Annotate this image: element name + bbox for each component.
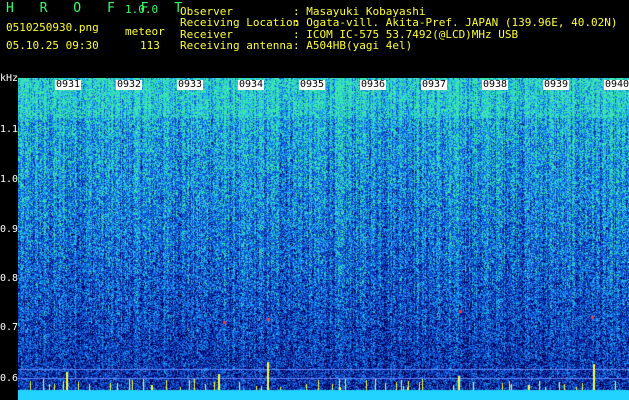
antenna-label: Receiving antenna	[180, 39, 293, 52]
frequency-unit: kHz	[0, 73, 19, 84]
spectrogram-canvas	[18, 78, 629, 400]
time-tick-0931: 0931	[55, 79, 82, 90]
app-version: 1.0.0	[125, 3, 159, 16]
tick-0-6: 0.6	[0, 373, 19, 384]
tick-0-9: 0.9	[0, 224, 19, 235]
antenna-value: : A504HB(yagi 4el)	[293, 39, 413, 52]
time-tick-0932: 0932	[116, 79, 143, 90]
time-tick-0936: 0936	[360, 79, 387, 90]
time-tick-0933: 0933	[177, 79, 204, 90]
time-tick-0939: 0939	[543, 79, 570, 90]
file-name: 0510250930.png	[6, 21, 99, 34]
frequency-axis: kHz 1.1 1.0 0.9 0.8 0.7 0.6	[0, 70, 18, 400]
time-tick-0940: 0940	[604, 79, 629, 90]
tick-0-8: 0.8	[0, 273, 19, 284]
app-name: H R O F F T	[6, 1, 192, 16]
mode-label: meteor	[125, 25, 165, 38]
datetime-label: 05.10.25 09:30	[6, 39, 99, 52]
spectrogram	[18, 78, 629, 400]
time-tick-0938: 0938	[482, 79, 509, 90]
count-label: 113	[140, 39, 160, 52]
tick-0-7: 0.7	[0, 322, 19, 333]
tick-1-1: 1.1	[0, 124, 19, 135]
time-tick-0935: 0935	[299, 79, 326, 90]
header-panel: H R O F F T 1.0.0 0510250930.png meteor …	[0, 0, 629, 78]
time-tick-0934: 0934	[238, 79, 265, 90]
tick-1-0: 1.0	[0, 174, 19, 185]
time-tick-0937: 0937	[421, 79, 448, 90]
